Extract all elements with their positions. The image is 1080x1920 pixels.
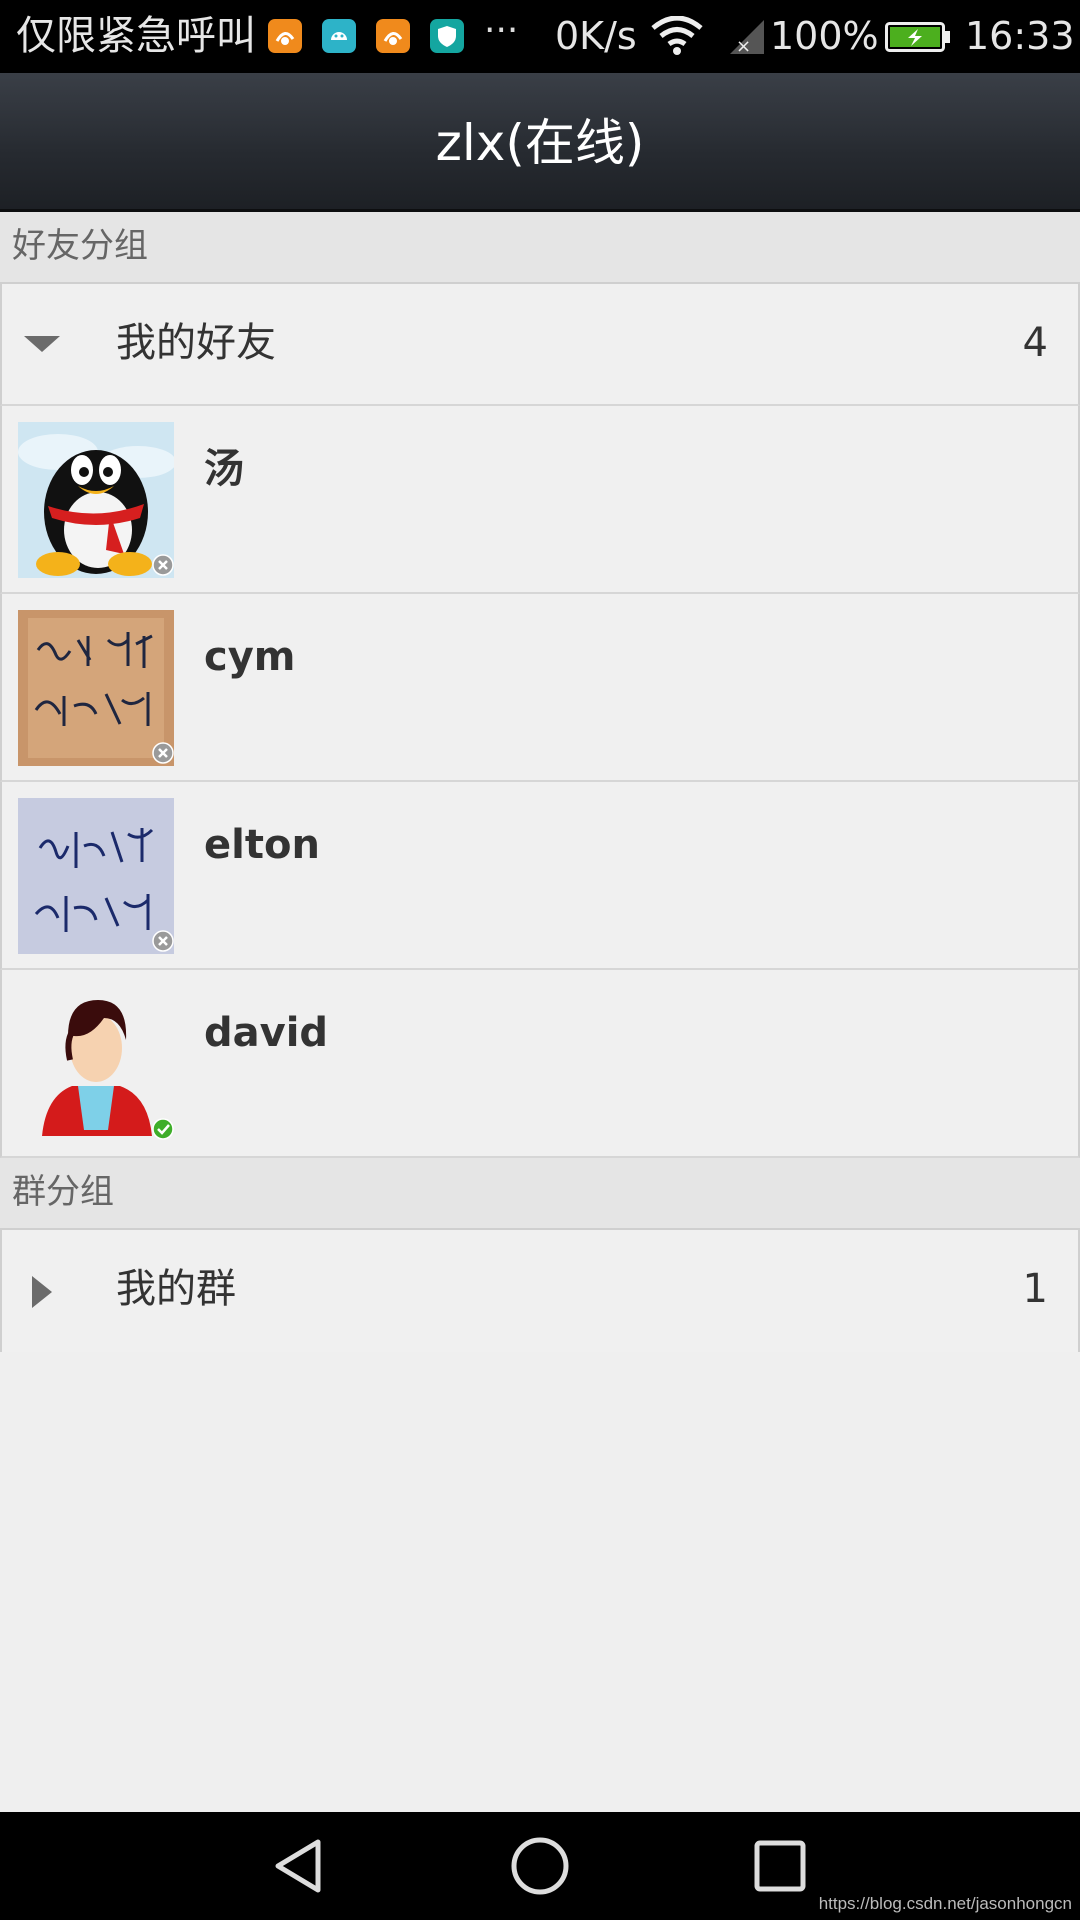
friend-row[interactable]: cym — [0, 594, 1080, 782]
section-header-groups: 群分组 — [0, 1158, 1080, 1230]
avatar-calligraphy — [18, 610, 174, 766]
shield-icon — [430, 19, 464, 53]
friend-row[interactable]: 汤 — [0, 406, 1080, 594]
net-speed-text: 0K/s — [555, 14, 637, 58]
more-notifications-icon: ··· — [484, 10, 519, 51]
friend-name: 汤 — [204, 446, 244, 492]
group-name: 我的群 — [116, 1266, 236, 1312]
android-icon — [322, 19, 356, 53]
avatar-user-default — [18, 986, 174, 1142]
offline-status-icon — [152, 742, 174, 764]
friend-name: cym — [204, 634, 296, 680]
recents-icon[interactable] — [750, 1836, 810, 1896]
group-row-my-groups[interactable]: 我的群 1 — [0, 1230, 1080, 1352]
watermark-text: https://blog.csdn.net/jasonhongcn — [818, 1894, 1072, 1913]
section-header-friends: 好友分组 — [0, 212, 1080, 284]
group-name: 我的好友 — [116, 320, 276, 366]
page-title: zlx(在线) — [435, 114, 645, 172]
friend-row[interactable]: david — [0, 970, 1080, 1158]
svg-text:×: × — [736, 36, 751, 56]
group-count: 1 — [1022, 1266, 1048, 1312]
navigation-bar: https://blog.csdn.net/jasonhongcn — [0, 1812, 1080, 1920]
clock-text: 16:33 — [965, 14, 1075, 58]
wifi-icon — [651, 16, 703, 55]
expanded-arrow-icon — [24, 336, 60, 352]
offline-status-icon — [152, 930, 174, 952]
signal-icon: × — [730, 20, 764, 56]
status-bar: 仅限紧急呼叫 ··· 0K/s × 100% 16:33 — [0, 0, 1080, 73]
group-count: 4 — [1022, 320, 1048, 366]
avatar-handwriting — [18, 798, 174, 954]
avatar-penguin — [18, 422, 174, 578]
uc-browser-icon — [376, 19, 410, 53]
battery-charging-icon — [885, 22, 950, 52]
home-icon[interactable] — [510, 1836, 570, 1896]
battery-percent-text: 100% — [770, 14, 879, 58]
online-status-icon — [152, 1118, 174, 1140]
friend-row[interactable]: elton — [0, 782, 1080, 970]
back-icon[interactable] — [270, 1836, 330, 1896]
group-row-my-friends[interactable]: 我的好友 4 — [0, 284, 1080, 406]
friend-name: david — [204, 1010, 329, 1056]
section-label: 好友分组 — [12, 226, 148, 266]
title-bar: zlx(在线) — [0, 73, 1080, 212]
uc-browser-icon — [268, 19, 302, 53]
carrier-text: 仅限紧急呼叫 — [16, 13, 256, 59]
friend-name: elton — [204, 822, 320, 868]
section-label: 群分组 — [12, 1172, 114, 1212]
collapsed-arrow-icon — [32, 1276, 52, 1308]
offline-status-icon — [152, 554, 174, 576]
